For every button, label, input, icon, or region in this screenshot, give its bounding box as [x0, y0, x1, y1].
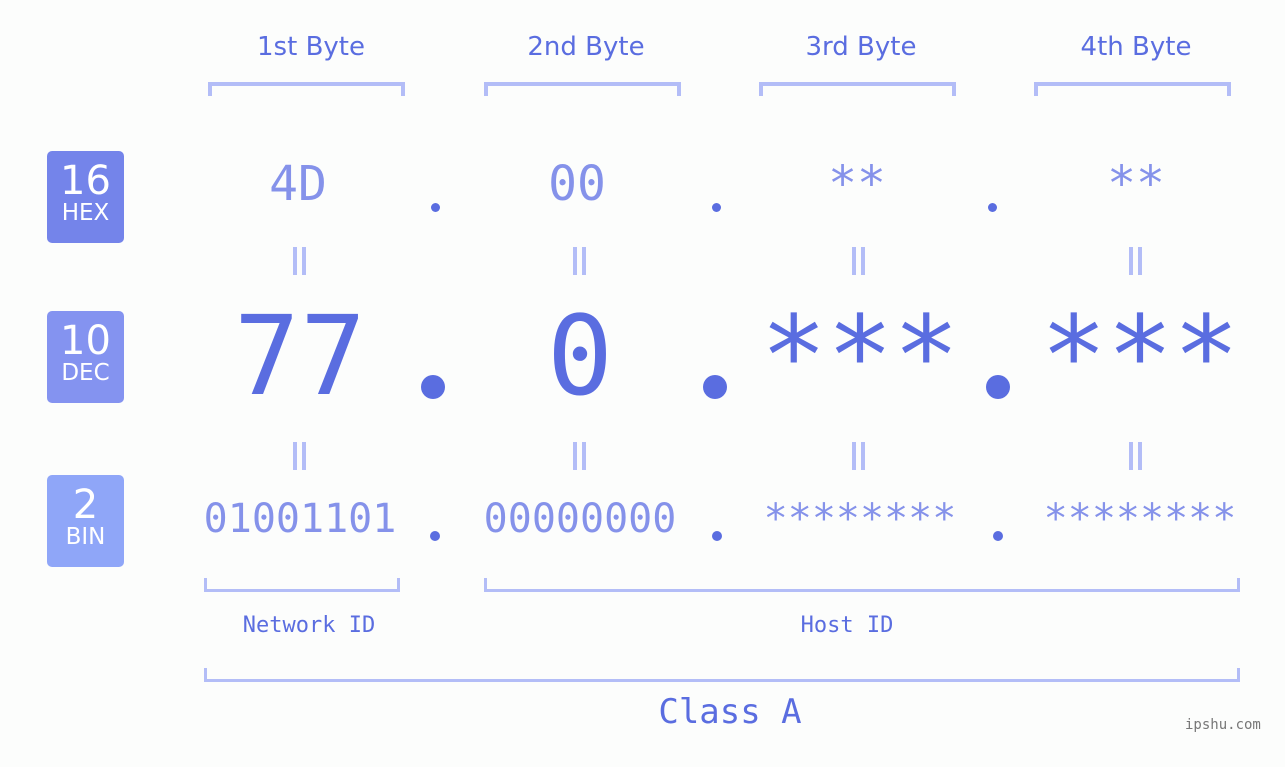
dec-base-label: DEC [61, 360, 110, 386]
bin-dot-1 [430, 531, 440, 541]
bin-base-label: BIN [65, 524, 106, 550]
byte-bracket-3 [759, 82, 956, 96]
bin-value-4: ******** [1043, 496, 1237, 542]
bin-value-3: ******** [763, 496, 957, 542]
equals-icon [290, 442, 310, 470]
hex-base-label: HEX [61, 200, 110, 226]
byte-label-3: 3rd Byte [805, 32, 917, 62]
hex-value-2: 00 [548, 156, 606, 212]
byte-label-2: 2nd Byte [527, 32, 645, 62]
bin-base-number: 2 [72, 482, 99, 528]
byte-bracket-1 [208, 82, 405, 96]
dec-value-3: *** [760, 292, 960, 420]
hex-dot-1 [431, 203, 440, 212]
class-bracket [204, 668, 1240, 682]
equals-icon [1126, 442, 1146, 470]
watermark: ipshu.com [1185, 717, 1261, 733]
bin-value-2: 00000000 [483, 496, 677, 542]
network-id-bracket [204, 578, 400, 592]
dec-base-number: 10 [60, 318, 111, 364]
dec-dot-3 [986, 375, 1010, 399]
byte-label-1: 1st Byte [257, 32, 365, 62]
bin-dot-2 [712, 531, 722, 541]
dec-dot-2 [703, 375, 727, 399]
bin-value-1: 01001101 [203, 496, 397, 542]
dec-dot-1 [421, 375, 445, 399]
bin-badge: 2 BIN [47, 475, 124, 567]
dec-value-1: 77 [233, 292, 367, 420]
dec-value-2: 0 [546, 292, 614, 420]
hex-value-3: ** [828, 156, 886, 212]
hex-dot-2 [712, 203, 721, 212]
hex-value-4: ** [1107, 156, 1165, 212]
byte-bracket-4 [1034, 82, 1231, 96]
hex-base-number: 16 [60, 158, 111, 204]
hex-value-1: 4D [269, 156, 327, 212]
equals-icon [570, 247, 590, 275]
class-label: Class A [658, 692, 802, 732]
dec-value-4: *** [1040, 292, 1240, 420]
network-id-label: Network ID [242, 613, 376, 638]
byte-label-4: 4th Byte [1080, 32, 1192, 62]
host-id-label: Host ID [800, 613, 894, 638]
bin-dot-3 [993, 531, 1003, 541]
equals-icon [849, 247, 869, 275]
dec-badge: 10 DEC [47, 311, 124, 403]
hex-badge: 16 HEX [47, 151, 124, 243]
equals-icon [570, 442, 590, 470]
equals-icon [1126, 247, 1146, 275]
byte-bracket-2 [484, 82, 681, 96]
host-id-bracket [484, 578, 1240, 592]
equals-icon [849, 442, 869, 470]
hex-dot-3 [988, 203, 997, 212]
equals-icon [290, 247, 310, 275]
